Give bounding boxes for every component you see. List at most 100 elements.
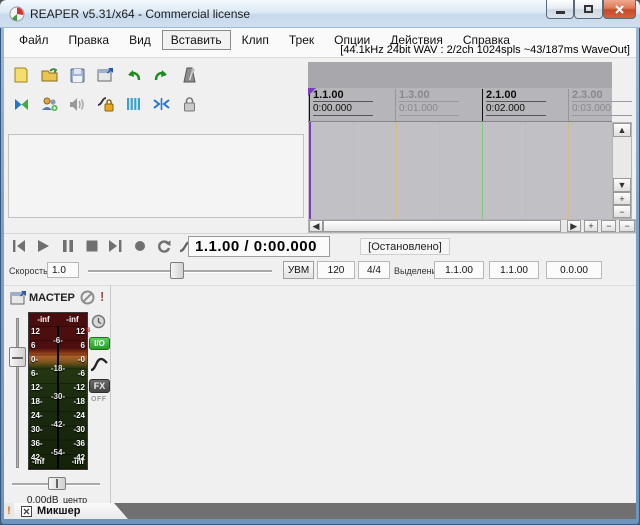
- horizontal-zoom-in-button[interactable]: +: [584, 220, 599, 232]
- horizontal-scroll-thumb[interactable]: [323, 220, 561, 232]
- go-to-start-button[interactable]: [10, 237, 29, 255]
- ruler-time-label: 0:01.000: [399, 102, 459, 116]
- scroll-left-button[interactable]: ◀: [309, 220, 323, 232]
- edit-cursor-line: [309, 122, 311, 219]
- grid-snap-icon[interactable]: [124, 95, 142, 113]
- envelope-lock-icon[interactable]: [96, 95, 114, 113]
- play-button[interactable]: [34, 237, 53, 255]
- scroll-right-button[interactable]: ▶: [567, 220, 581, 232]
- close-docker-icon[interactable]: [21, 506, 32, 517]
- pause-button[interactable]: [58, 237, 77, 255]
- beat-gridline: [353, 122, 354, 219]
- beat-gridline: [525, 122, 526, 219]
- ruler-mark: 2.3.00 0:03.000: [568, 89, 632, 121]
- scroll-up-button[interactable]: ▲: [613, 123, 631, 137]
- save-project-icon[interactable]: [68, 66, 86, 84]
- master-routing-icon[interactable]: [10, 290, 27, 305]
- master-solo-button[interactable]: !: [100, 289, 104, 304]
- vertical-zoom-out-button[interactable]: −: [613, 205, 631, 218]
- master-fader-handle[interactable]: [9, 347, 26, 367]
- minimize-button[interactable]: [546, 0, 574, 19]
- beat-gridline: [439, 122, 440, 219]
- menu-edit[interactable]: Правка: [60, 30, 119, 50]
- record-arm-s-indicator: s: [86, 325, 90, 334]
- fx-state-label: OFF: [91, 396, 107, 403]
- master-mute-button[interactable]: [80, 290, 95, 310]
- ripple-edit-icon[interactable]: [12, 95, 30, 113]
- lock-icon[interactable]: [180, 95, 198, 113]
- selection-start-field[interactable]: 1.1.00: [434, 261, 484, 279]
- playrate-value-field[interactable]: 1.0: [47, 262, 79, 278]
- project-media-bay-icon[interactable]: [40, 95, 58, 113]
- corner-zoom-out-button[interactable]: −: [619, 220, 635, 232]
- horizontal-zoom-out-button[interactable]: −: [601, 220, 616, 232]
- bpm-field[interactable]: 120: [317, 261, 355, 279]
- io-button[interactable]: I/O: [89, 337, 110, 350]
- project-settings-icon[interactable]: [96, 66, 114, 84]
- crossfade-icon[interactable]: [152, 95, 170, 113]
- selection-length-field[interactable]: 0.0.00: [546, 261, 602, 279]
- playrate-label: Скорость:: [9, 266, 50, 276]
- mixer-strip-divider: [110, 285, 111, 503]
- scale-label: 12-: [31, 384, 43, 392]
- menu-insert[interactable]: Вставить: [162, 30, 231, 50]
- ruler-mark: 2.1.00 0:02.000: [482, 89, 546, 121]
- go-to-end-button[interactable]: [106, 237, 125, 255]
- horizontal-scrollbar: ◀ ▶ + − −: [308, 219, 636, 233]
- mixer-docker-tab[interactable]: Микшер: [14, 503, 128, 519]
- repeat-button[interactable]: [154, 237, 173, 255]
- scale-label: 24-: [31, 412, 43, 420]
- envelope-curve-icon[interactable]: [90, 357, 108, 372]
- record-button[interactable]: [130, 237, 149, 255]
- ruler-bar-label: 2.1.00: [486, 89, 546, 102]
- peak-left: -inf: [29, 313, 58, 326]
- menu-item[interactable]: Клип: [233, 30, 278, 50]
- scroll-down-button[interactable]: ▼: [613, 178, 631, 192]
- menu-track[interactable]: Трек: [280, 30, 323, 50]
- selection-end-field[interactable]: 1.1.00: [489, 261, 539, 279]
- reaper-window: REAPER v5.31/x64 - Commercial license Фа…: [0, 0, 640, 525]
- new-project-icon[interactable]: [12, 66, 30, 84]
- transport-position-display[interactable]: 1.1.00 / 0:00.000: [188, 236, 330, 257]
- open-project-icon[interactable]: [40, 66, 58, 84]
- fx-button[interactable]: FX: [89, 379, 110, 393]
- track-control-panel[interactable]: [8, 134, 304, 218]
- mute-icon: [80, 290, 95, 305]
- ruler-time-label: 0:00.000: [313, 102, 373, 116]
- menu-view[interactable]: Вид: [120, 30, 160, 50]
- vertical-zoom-in-button[interactable]: +: [613, 192, 631, 205]
- scale-center-label: -42-: [29, 421, 87, 429]
- master-vu-meter: -inf -inf 12 6 0- 6- 12- 18- 24- 30- 36-…: [28, 312, 88, 470]
- docker-tab-label: Микшер: [37, 505, 80, 517]
- undo-icon[interactable]: [124, 66, 142, 84]
- ruler-time-label: 0:02.000: [486, 102, 546, 116]
- toolbar-row-1: [12, 66, 198, 84]
- title-bar[interactable]: REAPER v5.31/x64 - Commercial license: [0, 0, 640, 28]
- docker-alert: !: [4, 503, 14, 519]
- metronome-icon[interactable]: [180, 66, 198, 84]
- scale-center-label: -54-: [29, 449, 87, 457]
- measure-gridline-green: [482, 122, 483, 219]
- beat-gridline: [396, 122, 397, 219]
- ruler-bar-label: 2.3.00: [572, 89, 632, 102]
- arrange-view[interactable]: [308, 122, 612, 219]
- menu-file[interactable]: Файл: [10, 30, 58, 50]
- master-pan-handle[interactable]: [48, 477, 66, 490]
- master-fader-track[interactable]: [16, 318, 19, 468]
- maximize-button[interactable]: [574, 0, 603, 19]
- minimize-icon: [556, 11, 565, 14]
- env-clock-icon[interactable]: [91, 314, 106, 329]
- time-signature-field[interactable]: 4/4: [358, 261, 390, 279]
- edit-cursor-flag: [308, 88, 316, 96]
- master-track-label: МАСТЕР: [29, 292, 75, 304]
- timeline-ruler[interactable]: 1.1.00 0:00.000 1.3.00 0:01.000 2.1.00 0…: [308, 88, 612, 122]
- scale-center-label: -6-: [29, 337, 87, 345]
- bpm-mode-button[interactable]: УВМ: [283, 261, 314, 279]
- speaker-icon[interactable]: [68, 95, 86, 113]
- redo-icon[interactable]: [152, 66, 170, 84]
- stop-button[interactable]: [82, 237, 101, 255]
- playrate-slider-handle[interactable]: [170, 262, 184, 279]
- scale-label: -12: [73, 384, 85, 392]
- close-button[interactable]: [603, 0, 636, 19]
- reaper-logo-icon: [9, 6, 25, 22]
